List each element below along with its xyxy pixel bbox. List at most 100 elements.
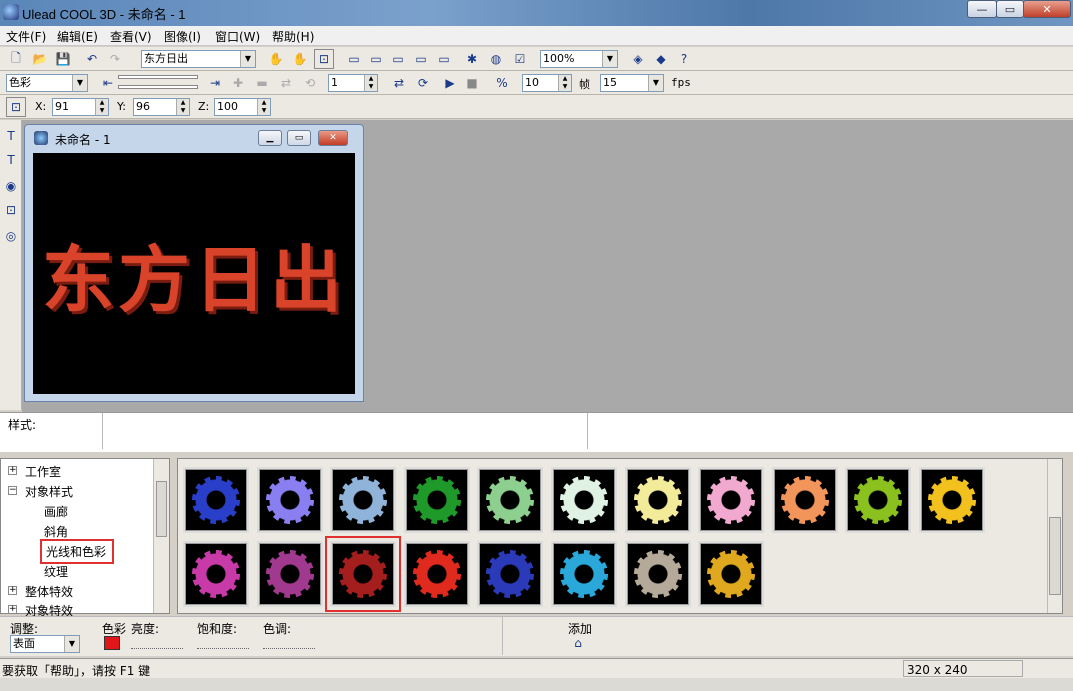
expand-icon[interactable]: + [8,586,17,595]
spinner-icon[interactable]: ▲ ▼ [176,99,189,115]
tree-item-studio[interactable]: 工作室 [25,463,61,480]
style-thumbnail[interactable] [845,467,912,533]
save-icon[interactable]: 💾 [53,49,73,69]
text-object-select[interactable]: 东方日出 ▼ [141,50,256,68]
timeline-slider-2[interactable] [118,85,198,89]
style-thumbnail[interactable] [256,541,323,607]
chart-icon[interactable]: ☑ [510,49,530,69]
camera-back-icon[interactable]: ▭ [411,49,431,69]
rotate-icon[interactable]: ✋ [290,49,310,69]
edit-text-icon[interactable]: T [1,150,21,170]
plugin2-icon[interactable]: ◆ [651,49,671,69]
tree-item-object-style[interactable]: 对象样式 [25,483,73,500]
tree-scrollbar[interactable] [153,459,169,613]
style-thumbnail[interactable] [477,541,544,607]
style-thumbnail[interactable] [325,536,402,612]
menu-view[interactable]: 查看(V) [110,28,152,45]
tree-item-texture[interactable]: 纹理 [44,563,68,580]
frame-count-icon[interactable]: % [492,73,512,93]
position-icon[interactable]: ⊡ [6,97,26,117]
doc-minimize-button[interactable]: ▁ [258,130,282,146]
close-button[interactable]: ✕ [1023,0,1071,18]
tree-item-light-color[interactable]: 光线和色彩 [39,539,115,564]
x-input[interactable]: 91 ▲ ▼ [52,98,109,116]
doc-close-button[interactable]: ✕ [318,130,348,146]
scrollbar-thumb[interactable] [156,481,167,537]
style-thumbnail[interactable] [256,467,323,533]
tree-item-bevel[interactable]: 斜角 [44,523,68,540]
tree-item-gallery[interactable]: 画廊 [44,503,68,520]
reverse-icon[interactable]: ⇄ [276,73,296,93]
color-swatch[interactable] [104,636,120,650]
brightness-slider[interactable] [131,639,183,649]
insert-object-icon[interactable]: ◉ [1,176,21,196]
style-thumbnail[interactable] [403,467,470,533]
play-icon[interactable]: ▶ [440,73,460,93]
resize-icon[interactable]: ⊡ [314,49,334,69]
style-thumbnail[interactable] [919,467,985,533]
menu-help[interactable]: 帮助(H) [272,28,314,45]
loop-icon[interactable]: ⟲ [300,73,320,93]
scrollbar-thumb[interactable] [1049,517,1061,595]
swap-icon[interactable]: ⇄ [389,73,409,93]
expand-icon[interactable]: + [8,605,17,614]
collapse-icon[interactable]: − [8,486,17,495]
style-thumbnail[interactable] [698,467,765,533]
frame-input[interactable]: 1 ▲ ▼ [328,74,378,92]
light-icon[interactable]: ✱ [462,49,482,69]
globe-icon[interactable]: ◍ [486,49,506,69]
spinner-icon[interactable]: ▲ ▼ [95,99,108,115]
select-object-icon[interactable]: ⊡ [1,200,21,220]
first-frame-icon[interactable]: ⇤ [98,73,118,93]
style-thumbnail[interactable] [403,541,470,607]
style-thumbnail[interactable] [183,467,249,533]
camera-top-icon[interactable]: ▭ [366,49,386,69]
hue-slider[interactable] [263,639,315,649]
minimize-button[interactable]: — [967,0,997,18]
style-thumbnail[interactable] [477,467,544,533]
repeat-icon[interactable]: ⟳ [413,73,433,93]
timeline-slider[interactable] [118,75,198,79]
redo-icon[interactable]: ↷ [105,49,125,69]
menu-window[interactable]: 窗口(W) [215,28,260,45]
maximize-button[interactable]: ▭ [996,0,1024,18]
spinner-icon[interactable]: ▲ ▼ [364,75,377,91]
insert-text-icon[interactable]: T [1,126,21,146]
help-pointer-icon[interactable]: ? [674,49,694,69]
zoom-select[interactable]: 100% ▼ [540,50,618,68]
spinner-icon[interactable]: ▲ ▼ [558,75,571,91]
frame-count-input[interactable]: 10 ▲ ▼ [522,74,572,92]
camera-bottom-icon[interactable]: ▭ [434,49,454,69]
style-thumbnail[interactable] [551,541,617,607]
style-thumbnail[interactable] [551,467,617,533]
style-thumbnail[interactable] [624,467,691,533]
camera-front-icon[interactable]: ▭ [344,49,364,69]
remove-keyframe-icon[interactable]: ▬ [252,73,272,93]
stop-icon[interactable]: ■ [462,73,482,93]
add-to-palette-icon[interactable]: ⌂ [568,633,588,653]
saturation-slider[interactable] [197,639,249,649]
style-thumbnail[interactable] [330,467,397,533]
z-input[interactable]: 100 ▲ ▼ [214,98,271,116]
style-thumbnail[interactable] [183,541,249,607]
y-input[interactable]: 96 ▲ ▼ [133,98,190,116]
plugin-icon[interactable]: ◈ [628,49,648,69]
menu-image[interactable]: 图像(I) [164,28,201,45]
style-thumbnail[interactable] [698,541,765,607]
attribute-select[interactable]: 色彩 ▼ [6,74,88,92]
move-icon[interactable]: ✋ [266,49,286,69]
add-keyframe-icon[interactable]: ✚ [228,73,248,93]
style-thumbnail[interactable] [771,467,838,533]
expand-icon[interactable]: + [8,466,17,475]
fps-select[interactable]: 15 ▼ [600,74,664,92]
camera-side-icon[interactable]: ▭ [388,49,408,69]
menu-edit[interactable]: 编辑(E) [57,28,98,45]
last-frame-icon[interactable]: ⇥ [205,73,225,93]
menu-file[interactable]: 文件(F) [6,28,46,45]
adjust-select[interactable]: 表面 ▼ [10,635,80,653]
undo-icon[interactable]: ↶ [82,49,102,69]
doc-maximize-button[interactable]: ▭ [287,130,311,146]
new-icon[interactable]: 🗋 [6,49,26,69]
geometry-icon[interactable]: ◎ [1,226,21,246]
open-icon[interactable]: 📂 [30,49,50,69]
